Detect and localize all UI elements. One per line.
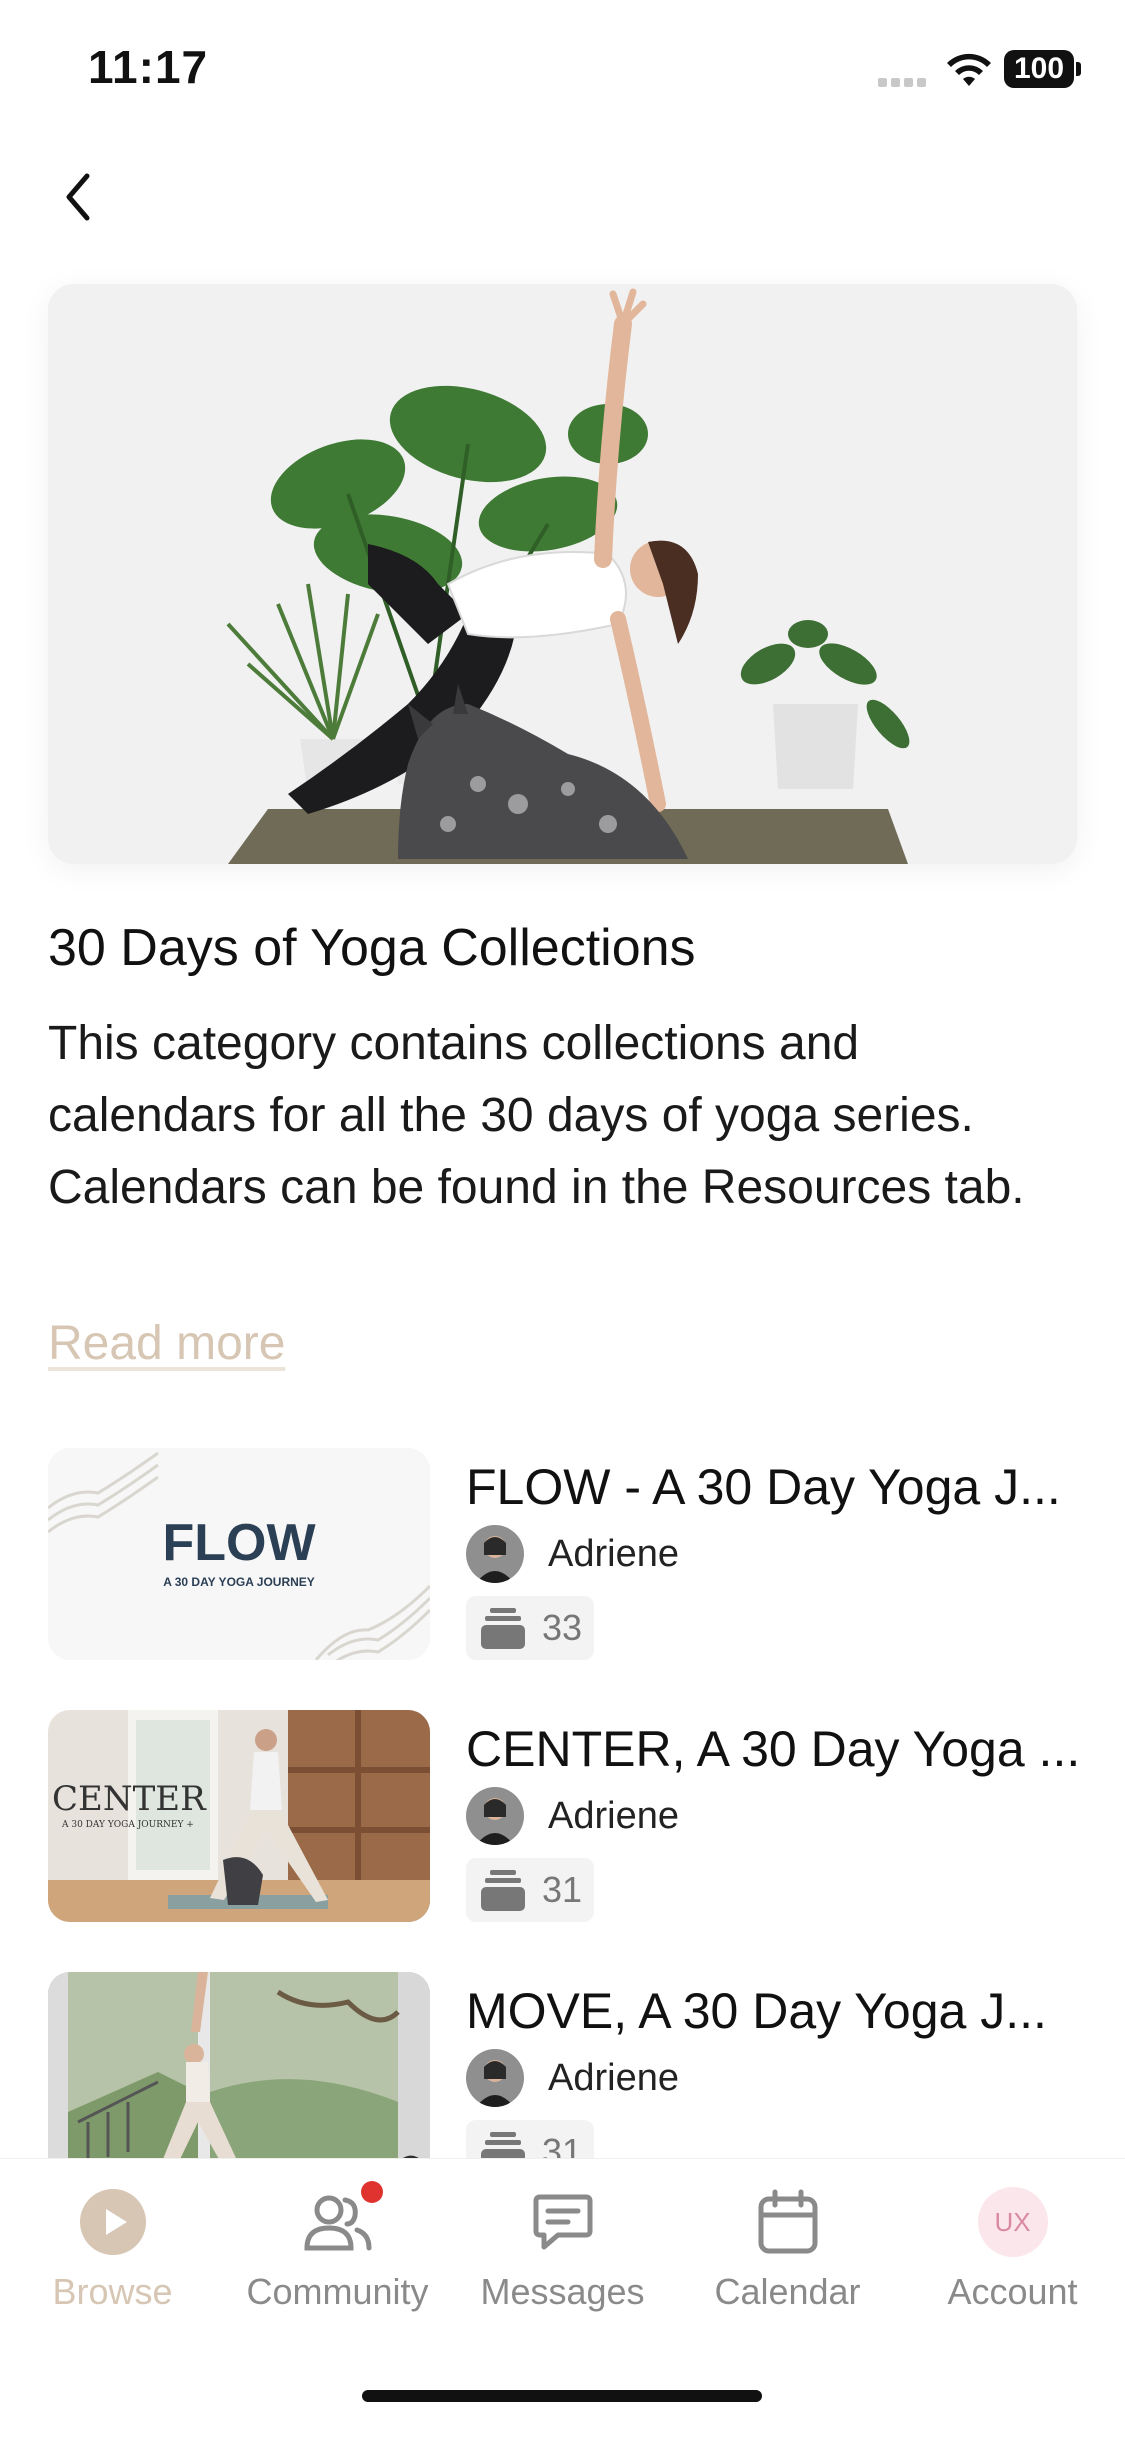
account-initials: UX <box>977 2187 1048 2257</box>
category-description: This category contains collections and c… <box>48 1017 1025 1214</box>
hero-image <box>48 284 1077 864</box>
tab-account[interactable]: UX Account <box>900 2187 1125 2313</box>
flow-thumbnail-art: FLOW A 30 DAY YOGA JOURNEY <box>48 1448 430 1660</box>
thumb-subtitle: A 30 DAY YOGA JOURNEY + <box>61 1820 194 1830</box>
tab-label: Account <box>947 2271 1078 2312</box>
video-count: 31 <box>542 1869 583 1910</box>
video-count: 33 <box>542 1607 583 1648</box>
tab-messages[interactable]: Messages <box>450 2187 675 2313</box>
chevron-left-icon <box>66 173 90 221</box>
collection-title: CENTER, A 30 Day Yoga ... <box>466 1721 1081 1777</box>
tab-label: Browse <box>52 2271 173 2312</box>
thumb-title: FLOW <box>162 1514 316 1572</box>
notification-badge <box>360 2181 383 2203</box>
tab-label: Messages <box>480 2271 645 2312</box>
avatar <box>466 1525 524 1583</box>
avatar-icon: UX <box>977 2187 1048 2257</box>
calendar-icon <box>753 2187 823 2257</box>
cellular-signal-icon <box>878 74 930 92</box>
collection-title: MOVE, A 30 Day Yoga J... <box>466 1983 1047 2039</box>
status-time: 11:17 <box>88 41 209 93</box>
users-icon <box>303 2181 383 2257</box>
collection-title: FLOW - A 30 Day Yoga J... <box>466 1459 1061 1515</box>
collection-thumbnail <box>48 1972 430 2158</box>
stack-icon <box>481 2132 525 2158</box>
center-thumbnail-art: CENTER A 30 DAY YOGA JOURNEY + <box>48 1710 430 1922</box>
thumb-title: CENTER <box>52 1779 207 1819</box>
video-count-badge: 31 <box>466 2120 595 2158</box>
message-icon <box>528 2187 598 2257</box>
video-count-badge: 31 <box>466 1858 595 1922</box>
back-button[interactable] <box>48 164 108 230</box>
author-name: Adriene <box>548 1532 679 1575</box>
page-title: 30 Days of Yoga Collections <box>48 919 696 977</box>
yoga-pose-illustration <box>48 284 1077 864</box>
tab-label: Community <box>246 2271 429 2312</box>
video-count: 31 <box>542 2131 583 2158</box>
collection-item[interactable]: CENTER A 30 DAY YOGA JOURNEY + CENTER, A… <box>0 1702 1125 1922</box>
author-name: Adriene <box>548 1794 679 1837</box>
thumb-subtitle: A 30 DAY YOGA JOURNEY <box>163 1575 315 1589</box>
author-name: Adriene <box>548 2056 679 2099</box>
tab-calendar[interactable]: Calendar <box>675 2187 900 2313</box>
author: Adriene <box>466 2048 679 2108</box>
play-icon <box>78 2187 148 2257</box>
battery-indicator: 100 <box>1004 50 1074 88</box>
collection-thumbnail: FLOW A 30 DAY YOGA JOURNEY <box>48 1448 430 1660</box>
status-bar: 11:17 100 <box>0 0 1125 130</box>
tab-community[interactable]: Community <box>225 2181 450 2313</box>
collection-item[interactable]: MOVE, A 30 Day Yoga J... Adriene 31 <box>0 1964 1125 2158</box>
author: Adriene <box>466 1524 679 1584</box>
avatar <box>466 2049 524 2107</box>
stack-icon <box>481 1870 525 1911</box>
collection-thumbnail: CENTER A 30 DAY YOGA JOURNEY + <box>48 1710 430 1922</box>
home-indicator[interactable] <box>362 2390 762 2402</box>
collection-item[interactable]: FLOW A 30 DAY YOGA JOURNEY FLOW - A 30 D… <box>0 1440 1125 1660</box>
stack-icon <box>481 1608 525 1649</box>
wifi-icon <box>947 53 991 86</box>
author: Adriene <box>466 1786 679 1846</box>
read-more-link[interactable]: Read more <box>48 1316 285 1371</box>
video-count-badge: 33 <box>466 1596 595 1660</box>
avatar <box>466 1787 524 1845</box>
move-thumbnail-art <box>48 1972 430 2158</box>
tab-browse[interactable]: Browse <box>0 2187 225 2313</box>
collection-list: FLOW A 30 DAY YOGA JOURNEY FLOW - A 30 D… <box>0 1440 1125 2158</box>
tab-label: Calendar <box>714 2271 861 2312</box>
battery-tip <box>1076 62 1081 76</box>
